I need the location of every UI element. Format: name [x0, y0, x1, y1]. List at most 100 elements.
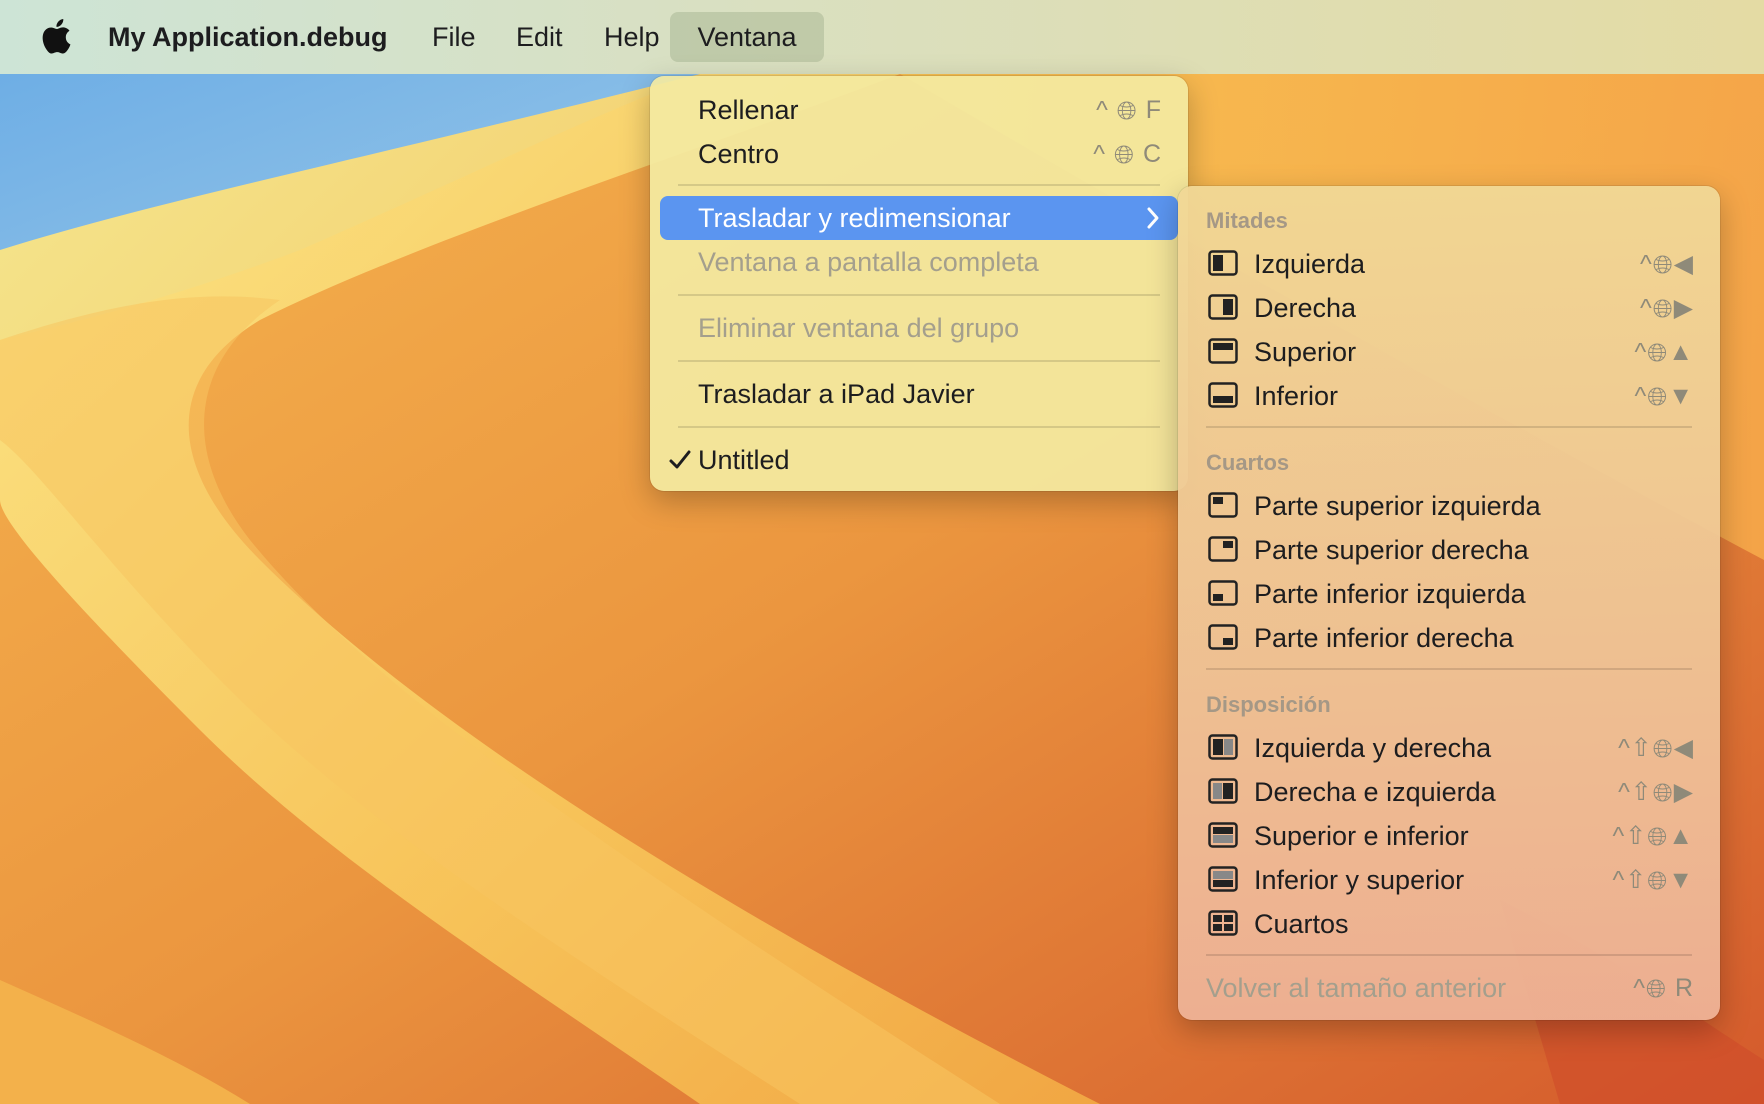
submenu-item-derecha-izquierda[interactable]: Derecha e izquierda ^⇧🌐︎▶ [1178, 770, 1720, 814]
shortcut: ^🌐︎▲ [1635, 330, 1695, 375]
menu-item-label: Parte superior derecha [1254, 535, 1529, 565]
menu-item-trasladar-redimensionar[interactable]: Trasladar y redimensionar [660, 196, 1178, 240]
trasladar-submenu: Mitades Izquierda ^🌐︎◀ Derecha ^🌐︎▶ Supe… [1178, 186, 1720, 1020]
globe-icon: 🌐︎ [1645, 975, 1667, 1004]
globe-icon: 🌐︎ [1116, 97, 1138, 126]
menu-item-label: Cuartos [1254, 909, 1349, 939]
shortcut: ^⇧🌐︎◀ [1618, 726, 1694, 771]
submenu-item-inferior[interactable]: Inferior ^🌐︎▼ [1178, 374, 1720, 418]
submenu-item-inferior-derecha[interactable]: Parte inferior derecha [1178, 616, 1720, 660]
arrow-right-icon: ▶ [1673, 294, 1694, 322]
shortcut: ^🌐︎▼ [1635, 374, 1695, 419]
quarter-bottom-right-layout-icon [1208, 624, 1238, 650]
chevron-right-icon [1147, 207, 1159, 229]
arrow-down-icon: ▼ [1668, 866, 1694, 894]
menu-item-label: Izquierda [1254, 249, 1366, 279]
submenu-item-volver-tamano: Volver al tamaño anterior ^🌐︎ R [1178, 966, 1720, 1010]
submenu-item-derecha[interactable]: Derecha ^🌐︎▶ [1178, 286, 1720, 330]
quarters-layout-icon [1208, 910, 1238, 936]
separator [678, 360, 1160, 362]
menu-item-label: Inferior y superior [1254, 865, 1465, 895]
separator [678, 426, 1160, 428]
shortcut: ^⇧🌐︎▶ [1618, 770, 1694, 815]
menu-item-label: Derecha [1254, 293, 1357, 323]
menu-item-trasladar-ipad[interactable]: Trasladar a iPad Javier [650, 372, 1188, 416]
menu-item-label: Trasladar y redimensionar [698, 203, 1011, 233]
half-right-layout-icon [1208, 294, 1238, 320]
menu-item-label: Superior e inferior [1254, 821, 1469, 851]
separator [1206, 426, 1692, 428]
menu-item-label: Izquierda y derecha [1254, 733, 1492, 763]
arrow-down-icon: ▼ [1668, 382, 1694, 410]
submenu-item-izquierda[interactable]: Izquierda ^🌐︎◀ [1178, 242, 1720, 286]
menu-item-label: Parte inferior izquierda [1254, 579, 1526, 609]
arrow-right-icon: ▶ [1673, 778, 1694, 806]
submenu-item-superior[interactable]: Superior ^🌐︎▲ [1178, 330, 1720, 374]
submenu-item-izquierda-derecha[interactable]: Izquierda y derecha ^⇧🌐︎◀ [1178, 726, 1720, 770]
shortcut: ^ 🌐︎ C [1093, 132, 1162, 177]
arrow-left-icon: ◀ [1673, 734, 1694, 762]
shortcut: ^⇧🌐︎▲ [1613, 814, 1694, 859]
separator [678, 294, 1160, 296]
half-bottom-layout-icon [1208, 382, 1238, 408]
submenu-item-superior-derecha[interactable]: Parte superior derecha [1178, 528, 1720, 572]
globe-icon: 🌐︎ [1652, 251, 1674, 280]
menu-item-centro[interactable]: Centro ^ 🌐︎ C [650, 132, 1188, 176]
globe-icon: 🌐︎ [1647, 339, 1669, 368]
menu-item-eliminar-grupo: Eliminar ventana del grupo [650, 306, 1188, 350]
shortcut-key: F [1145, 96, 1162, 124]
submenu-item-inferior-superior[interactable]: Inferior y superior ^⇧🌐︎▼ [1178, 858, 1720, 902]
menu-item-label: Ventana a pantalla completa [698, 247, 1039, 277]
menu-item-label: Untitled [698, 445, 790, 475]
globe-icon: 🌐︎ [1652, 295, 1674, 324]
section-header-mitades: Mitades [1206, 208, 1288, 233]
quarter-bottom-left-layout-icon [1208, 580, 1238, 606]
menu-bar: My Application.debug File Edit Help Vent… [0, 0, 1764, 74]
menu-file[interactable]: File [418, 12, 490, 62]
shortcut-key: C [1142, 140, 1162, 168]
split-bottom-top-layout-icon [1208, 866, 1238, 892]
menu-item-pantalla-completa: Ventana a pantalla completa [650, 240, 1188, 284]
globe-icon: 🌐︎ [1647, 823, 1669, 852]
menu-item-label: Derecha e izquierda [1254, 777, 1496, 807]
submenu-item-superior-izquierda[interactable]: Parte superior izquierda [1178, 484, 1720, 528]
menu-item-untitled[interactable]: Untitled [650, 438, 1188, 482]
arrow-up-icon: ▲ [1668, 338, 1694, 366]
apple-logo-icon[interactable] [38, 16, 72, 56]
ventana-menu: Rellenar ^ 🌐︎ F Centro ^ 🌐︎ C Trasladar … [650, 76, 1188, 491]
arrow-left-icon: ◀ [1673, 250, 1694, 278]
shortcut-key: R [1674, 974, 1694, 1002]
split-left-right-layout-icon [1208, 734, 1238, 760]
submenu-item-cuartos[interactable]: Cuartos [1178, 902, 1720, 946]
menu-item-label: Rellenar [698, 95, 799, 125]
split-top-bottom-layout-icon [1208, 822, 1238, 848]
menu-edit[interactable]: Edit [502, 12, 577, 62]
menu-item-rellenar[interactable]: Rellenar ^ 🌐︎ F [650, 88, 1188, 132]
shortcut: ^⇧🌐︎▼ [1613, 858, 1694, 903]
arrow-up-icon: ▲ [1668, 822, 1694, 850]
menu-item-label: Volver al tamaño anterior [1206, 973, 1507, 1003]
menu-app-name[interactable]: My Application.debug [94, 12, 402, 62]
globe-icon: 🌐︎ [1113, 141, 1135, 170]
menu-item-label: Inferior [1254, 381, 1339, 411]
shortcut: ^ 🌐︎ F [1096, 88, 1162, 133]
checkmark-icon [669, 450, 691, 469]
quarter-top-right-layout-icon [1208, 536, 1238, 562]
section-header-cuartos: Cuartos [1206, 450, 1290, 475]
menu-item-label: Trasladar a iPad Javier [698, 379, 975, 409]
submenu-item-superior-inferior[interactable]: Superior e inferior ^⇧🌐︎▲ [1178, 814, 1720, 858]
menu-item-label: Parte inferior derecha [1254, 623, 1514, 653]
menu-item-label: Parte superior izquierda [1254, 491, 1541, 521]
shortcut: ^🌐︎ R [1633, 966, 1694, 1011]
half-left-layout-icon [1208, 250, 1238, 276]
menu-ventana[interactable]: Ventana [670, 12, 824, 62]
menu-help[interactable]: Help [590, 12, 674, 62]
quarter-top-left-layout-icon [1208, 492, 1238, 518]
separator [1206, 954, 1692, 956]
shortcut: ^🌐︎▶ [1640, 286, 1694, 331]
menu-item-label: Centro [698, 139, 780, 169]
menu-item-label: Superior [1254, 337, 1357, 367]
globe-icon: 🌐︎ [1647, 867, 1669, 896]
submenu-item-inferior-izquierda[interactable]: Parte inferior izquierda [1178, 572, 1720, 616]
menu-item-label: Eliminar ventana del grupo [698, 313, 1020, 343]
